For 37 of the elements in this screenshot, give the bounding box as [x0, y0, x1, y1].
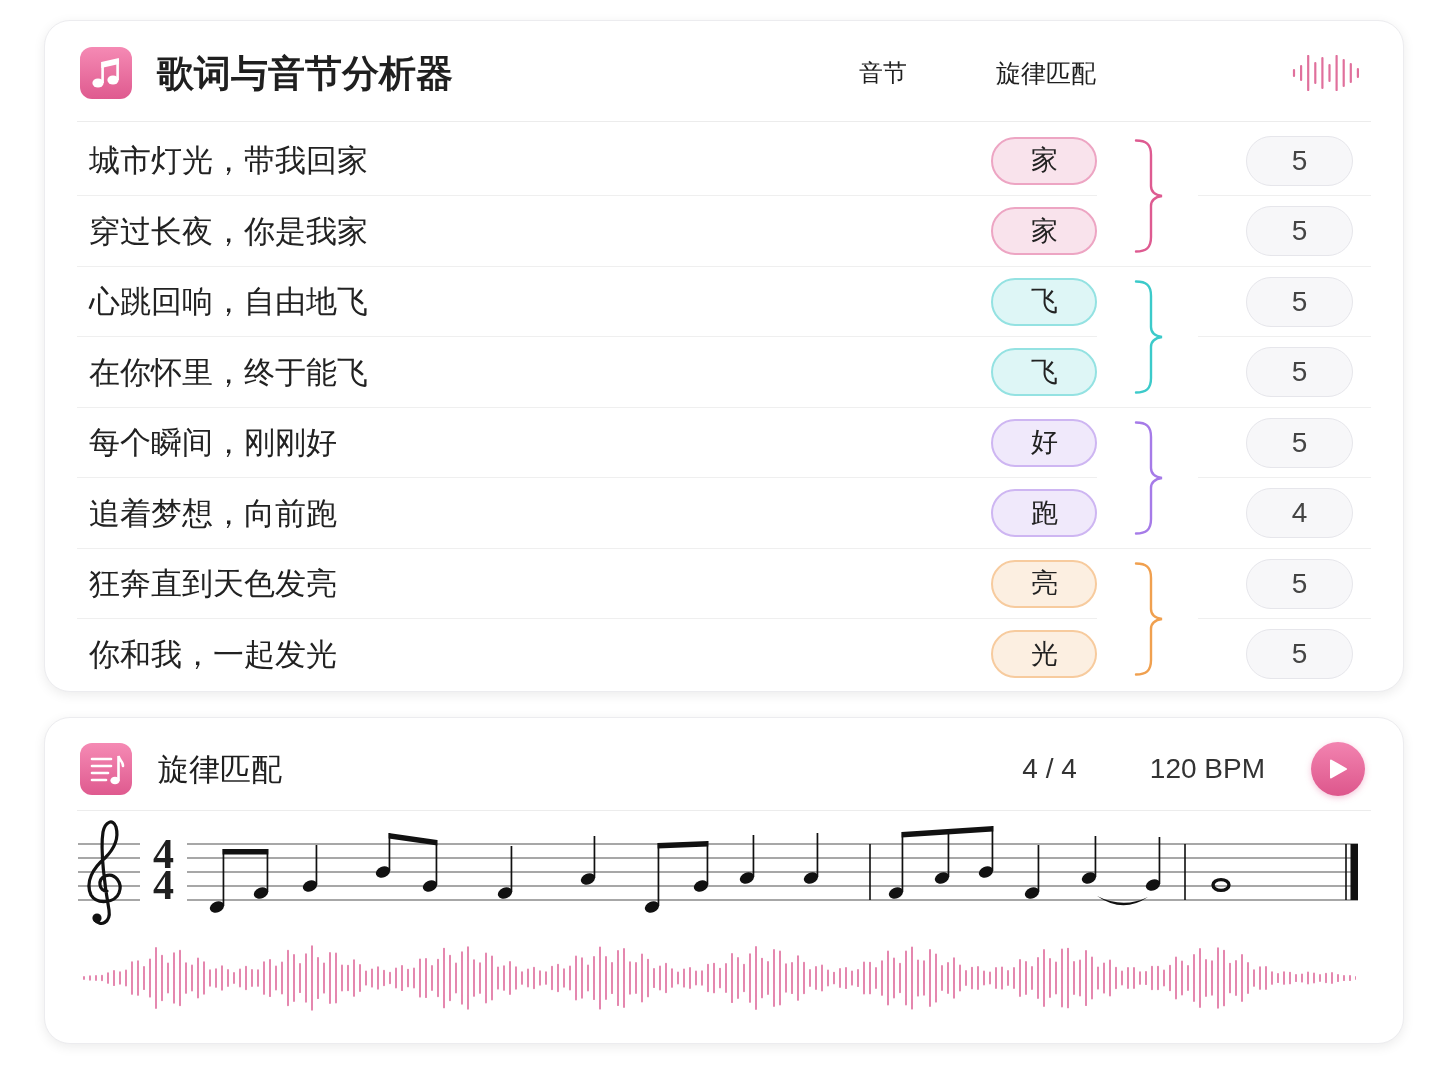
- rhyme-tag: 家: [991, 136, 1097, 185]
- music-list-icon: [80, 743, 132, 795]
- rhyme-tag: 跑: [991, 489, 1097, 537]
- rhyme-tag: 好: [991, 418, 1097, 467]
- rhyme-tag: 飞: [991, 277, 1097, 326]
- count-badge: 5: [1246, 417, 1353, 468]
- count-badge: 5: [1246, 206, 1353, 256]
- lyric-text: 你和我，一起发光: [89, 638, 337, 670]
- rhyme-tag: 家: [991, 207, 1097, 255]
- lyric-text: 心跳回响，自由地飞: [89, 286, 368, 317]
- rhyme-tag: 飞: [991, 348, 1097, 396]
- lyric-text: 每个瞬间，刚刚好: [89, 427, 337, 458]
- lyric-text: 狂奔直到天色发亮: [89, 568, 337, 599]
- app-title: 歌词与音节分析器: [157, 54, 453, 92]
- play-button[interactable]: [1311, 742, 1365, 796]
- count-badge: 4: [1246, 488, 1353, 538]
- column-header: 音节: [859, 61, 907, 85]
- lyric-text: 追着梦想，向前跑: [89, 497, 337, 529]
- count-badge: 5: [1246, 629, 1353, 679]
- rhyme-tag: 亮: [991, 559, 1097, 608]
- music-note-icon: [80, 47, 132, 99]
- section-title: 旋律匹配: [158, 753, 282, 785]
- time-signature-text: 4 / 4: [1022, 755, 1077, 783]
- time-signature-digit: 4: [153, 870, 174, 901]
- play-icon: [1329, 759, 1347, 779]
- column-header: 旋律匹配: [996, 60, 1096, 86]
- lyric-text: 在你怀里，终于能飞: [89, 356, 368, 388]
- count-badge: 5: [1246, 135, 1353, 186]
- count-badge: 5: [1246, 276, 1353, 327]
- rhyme-tag: 光: [991, 630, 1097, 678]
- lyric-text: 穿过长夜，你是我家: [89, 215, 368, 247]
- count-badge: 5: [1246, 347, 1353, 397]
- tempo-text: 120 BPM: [1149, 755, 1265, 783]
- lyric-text: 城市灯光，带我回家: [89, 145, 368, 176]
- waveform-icon: [1292, 55, 1360, 91]
- count-badge: 5: [1246, 558, 1353, 609]
- time-signature-digit: 4: [153, 839, 174, 870]
